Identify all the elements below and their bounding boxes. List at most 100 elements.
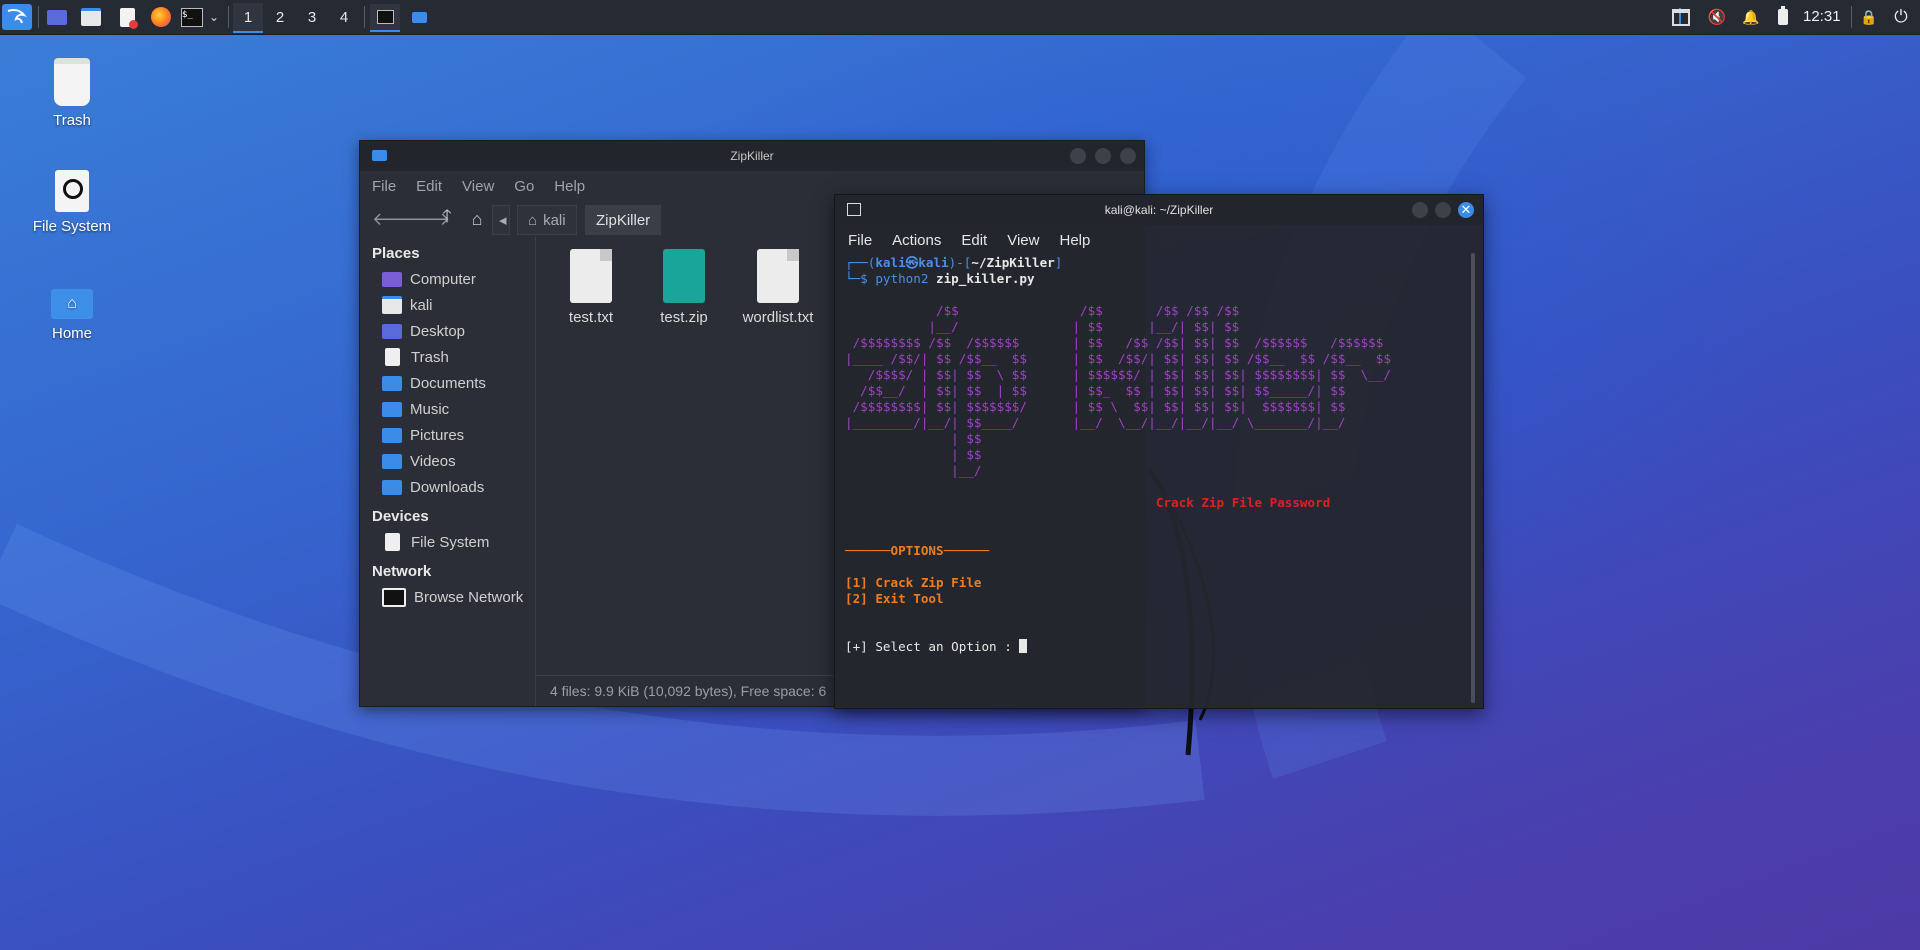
menu-view[interactable]: View <box>1007 232 1039 249</box>
notifications-button[interactable]: 🔔 <box>1740 4 1762 30</box>
workspace-label: 4 <box>339 8 349 26</box>
sidebar-item-trash[interactable]: Trash <box>360 344 535 370</box>
sidebar-item-label: Documents <box>410 374 486 392</box>
options-header: ──────OPTIONS────── <box>845 543 990 558</box>
window-titlebar[interactable]: kali@kali: ~/ZipKiller ✕ <box>835 195 1483 225</box>
sidebar-header-network: Network <box>372 563 432 580</box>
window-titlebar[interactable]: ZipKiller <box>360 141 1144 171</box>
folder-icon <box>81 8 101 26</box>
sidebar-item-documents[interactable]: Documents <box>360 370 535 396</box>
panel-separator <box>228 6 229 28</box>
forward-button[interactable]: 🡒 <box>402 209 450 230</box>
menu-actions[interactable]: Actions <box>892 232 941 249</box>
menu-view[interactable]: View <box>462 178 494 195</box>
taskbar-window-terminal[interactable] <box>370 4 400 32</box>
file-name: test.zip <box>660 309 708 326</box>
minimize-button[interactable] <box>1412 202 1428 218</box>
taskbar-window-file-manager[interactable] <box>404 4 434 30</box>
option-crack-zip: [1] Crack Zip File <box>845 575 982 590</box>
desktop-icon-file-system[interactable]: File System <box>17 170 127 235</box>
prompt-user: kali㉿kali <box>875 255 949 270</box>
kali-menu-button[interactable] <box>2 4 32 30</box>
sidebar-item-desktop[interactable]: Desktop <box>360 318 535 344</box>
text-editor-icon <box>119 7 138 29</box>
terminal-launcher-dropdown[interactable]: ⌄ <box>206 4 222 30</box>
chevron-left-icon: ◂ <box>499 212 507 229</box>
file-item[interactable]: wordlist.txt <box>733 249 823 326</box>
lock-screen-button[interactable]: 🔒 <box>1858 4 1880 30</box>
sidebar-item-browse-network[interactable]: Browse Network <box>360 584 535 610</box>
firefox-launcher[interactable] <box>149 4 173 30</box>
sidebar-item-computer[interactable]: Computer <box>360 266 535 292</box>
show-desktop-button[interactable] <box>45 4 69 30</box>
file-name: test.txt <box>568 309 614 326</box>
file-manager-launcher[interactable] <box>79 4 103 30</box>
trash-icon <box>385 348 400 366</box>
home-button[interactable]: ⌂ <box>462 209 492 230</box>
minimize-button[interactable] <box>1070 148 1086 164</box>
panel-separator <box>364 6 365 28</box>
terminal-output[interactable]: ┌──(kali㉿kali)-[~/ZipKiller] └─$ python2… <box>845 255 1465 702</box>
file-item[interactable]: test.zip <box>639 249 729 326</box>
desktop-icon-label: Trash <box>53 112 91 129</box>
breadcrumb-kali[interactable]: ⌂ kali <box>517 205 577 235</box>
maximize-button[interactable] <box>1095 148 1111 164</box>
text-file-icon <box>570 249 612 303</box>
menu-help[interactable]: Help <box>1059 232 1090 249</box>
window-title: kali@kali: ~/ZipKiller <box>1104 203 1214 217</box>
workspace-4[interactable]: 4 <box>329 3 359 31</box>
ascii-art-banner: /$$ /$$ /$$ /$$ /$$ |__/ | $$ |__/| $$| … <box>845 303 1391 478</box>
menu-edit[interactable]: Edit <box>961 232 987 249</box>
sidebar-item-label: Music <box>410 400 450 418</box>
up-button[interactable]: 🡑 <box>432 204 462 234</box>
breadcrumb-scroll-left[interactable]: ◂ <box>492 205 510 235</box>
tool-subtitle: Crack Zip File Password <box>1155 495 1331 510</box>
breadcrumb-label: kali <box>543 211 566 229</box>
back-button[interactable]: 🡐 <box>372 209 420 230</box>
tray-window-button[interactable] <box>1671 4 1691 30</box>
sidebar-item-file-system[interactable]: File System <box>360 529 535 555</box>
documents-folder-icon <box>382 375 402 391</box>
top-panel: $_ ⌄ 1 2 3 4 🔇 🔔 12:31 🔒 ⏻ <box>0 0 1920 35</box>
menu-file[interactable]: File <box>848 232 872 249</box>
sidebar-item-kali[interactable]: kali <box>360 292 535 318</box>
battery-button[interactable] <box>1772 4 1794 30</box>
file-item[interactable]: test.txt <box>546 249 636 326</box>
desktop-icon-home[interactable]: ⌂ Home <box>17 289 127 342</box>
workspace-1[interactable]: 1 <box>233 3 263 33</box>
zip-file-icon <box>663 249 705 303</box>
text-cursor <box>1019 639 1028 653</box>
sidebar-item-music[interactable]: Music <box>360 396 535 422</box>
clock[interactable]: 12:31 <box>1803 8 1841 25</box>
sidebar-item-downloads[interactable]: Downloads <box>360 474 535 500</box>
desktop-icon-trash[interactable]: Trash <box>17 58 127 129</box>
menu-file[interactable]: File <box>372 178 396 195</box>
window-icon <box>1672 8 1690 26</box>
breadcrumb-zipkiller[interactable]: ZipKiller <box>585 205 662 235</box>
computer-icon <box>382 271 402 287</box>
volume-button[interactable]: 🔇 <box>1706 4 1728 30</box>
breadcrumb-label: ZipKiller <box>596 211 651 229</box>
network-icon <box>382 587 406 607</box>
sidebar-item-pictures[interactable]: Pictures <box>360 422 535 448</box>
close-button[interactable] <box>1120 148 1136 164</box>
battery-icon <box>1778 6 1788 25</box>
text-editor-launcher[interactable] <box>115 4 139 30</box>
close-button[interactable]: ✕ <box>1458 202 1474 218</box>
sidebar-item-videos[interactable]: Videos <box>360 448 535 474</box>
logout-button[interactable]: ⏻ <box>1890 4 1912 30</box>
workspace-3[interactable]: 3 <box>297 3 327 31</box>
menu-help[interactable]: Help <box>554 178 585 195</box>
scrollbar[interactable] <box>1471 253 1475 703</box>
workspace-2[interactable]: 2 <box>265 3 295 31</box>
menu-go[interactable]: Go <box>514 178 534 195</box>
sidebar-item-label: Desktop <box>410 322 466 340</box>
desktop-icon-label: File System <box>32 218 112 235</box>
terminal-launcher[interactable]: $_ <box>180 4 204 30</box>
terminal-icon: $_ <box>181 7 203 27</box>
command-argument: zip_killer.py <box>936 271 1035 286</box>
home-folder-icon <box>382 296 402 314</box>
menu-edit[interactable]: Edit <box>416 178 442 195</box>
sidebar-item-label: File System <box>411 533 490 551</box>
maximize-button[interactable] <box>1435 202 1451 218</box>
